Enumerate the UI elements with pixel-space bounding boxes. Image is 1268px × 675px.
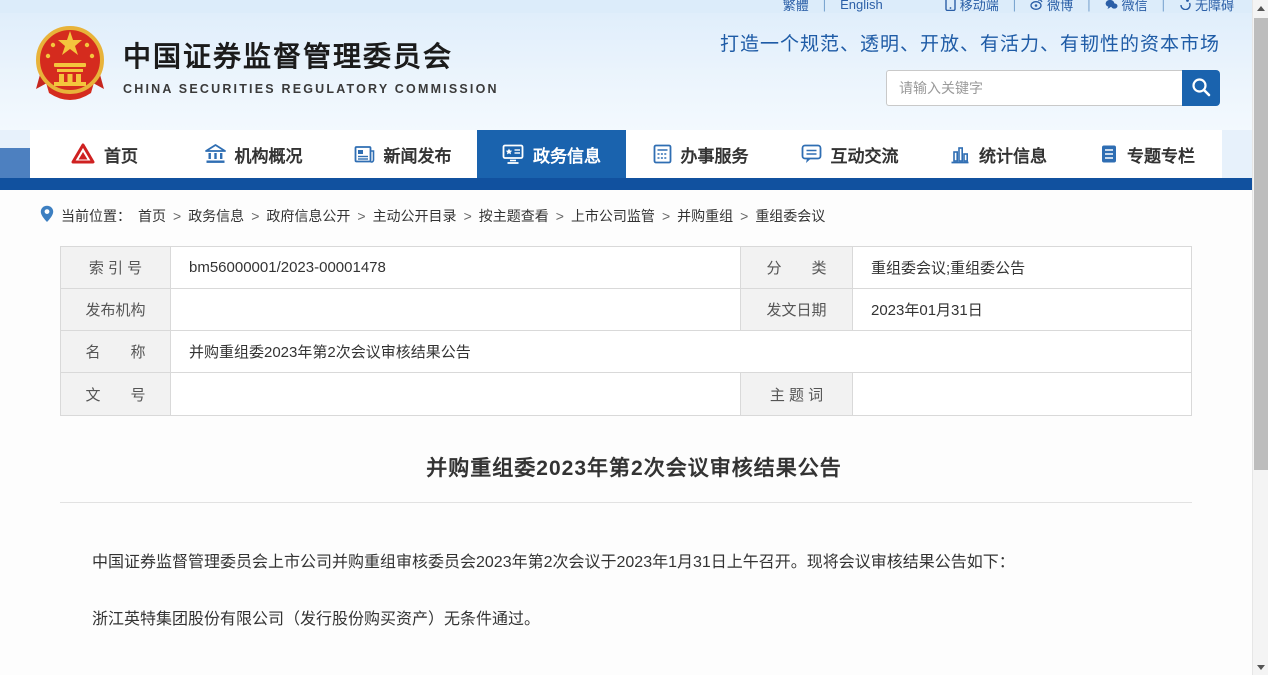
nav-item-interaction[interactable]: 互动交流 (775, 130, 924, 178)
search-icon (1191, 77, 1211, 100)
breadcrumb-listed-company[interactable]: 上市公司监管 (571, 206, 655, 226)
breadcrumb-by-topic[interactable]: 按主题查看 (479, 206, 549, 226)
nav-item-government-info[interactable]: 政务信息 (477, 130, 626, 178)
nav-label-special-topics: 专题专栏 (1127, 142, 1195, 167)
nav-label-home: 首页 (104, 142, 138, 167)
accessibility-icon (1179, 0, 1191, 10)
english-link[interactable]: English (840, 0, 883, 12)
breadcrumb-separator: > (740, 208, 748, 224)
page-content: 当前位置： 首页 > 政务信息 > 政府信息公开 > 主动公开目录 > 按主题查… (0, 190, 1268, 675)
site-name-en: CHINA SECURITIES REGULATORY COMMISSION (123, 82, 499, 96)
mobile-phone-icon (945, 0, 956, 11)
topbar-separator: | (1087, 0, 1090, 12)
bank-icon (205, 144, 226, 164)
document-number-value (171, 373, 741, 415)
nav-label-news: 新闻发布 (384, 142, 452, 167)
breadcrumb-prefix: 当前位置： (61, 206, 131, 226)
top-utility-bar: 繁體 | English 移动端 | 微博 | 微信 | (0, 0, 1268, 13)
nav-item-about[interactable]: 机构概况 (179, 130, 328, 178)
site-name-zh: 中国证券监督管理委员会 (123, 35, 499, 75)
publish-date-value: 2023年01月31日 (853, 289, 1191, 331)
search-button[interactable] (1182, 70, 1220, 106)
search-input[interactable] (886, 70, 1182, 106)
nav-item-statistics[interactable]: 统计信息 (924, 130, 1073, 178)
topbar-separator: | (1013, 0, 1016, 12)
category-label: 分 类 (741, 247, 853, 289)
service-list-icon (653, 144, 672, 164)
keywords-value (853, 373, 1191, 415)
document-icon (1100, 144, 1118, 164)
nav-label-statistics: 统计信息 (979, 142, 1047, 167)
nav-bottom-strip (0, 178, 1268, 190)
traditional-chinese-link[interactable]: 繁體 (783, 0, 809, 13)
weibo-label: 微博 (1047, 0, 1073, 13)
bar-chart-icon (950, 144, 970, 164)
publish-date-label: 发文日期 (741, 289, 853, 331)
category-value: 重组委会议;重组委公告 (853, 247, 1191, 289)
breadcrumb-active-catalog[interactable]: 主动公开目录 (373, 206, 457, 226)
breadcrumb-separator: > (251, 208, 259, 224)
scrollbar-thumb[interactable] (1254, 18, 1268, 470)
nav-item-home[interactable]: 首页 (30, 130, 179, 178)
document-info-table: 索 引 号 bm56000001/2023-00001478 分 类 重组委会议… (60, 246, 1192, 416)
document-name-label: 名 称 (61, 331, 171, 373)
breadcrumb-separator: > (357, 208, 365, 224)
breadcrumb-info-disclosure[interactable]: 政府信息公开 (266, 206, 350, 226)
breadcrumb-separator: > (173, 208, 181, 224)
keywords-label: 主 题 词 (741, 373, 853, 415)
monitor-icon (502, 144, 524, 164)
wechat-link[interactable]: 微信 (1105, 0, 1148, 13)
vertical-scrollbar[interactable] (1252, 0, 1268, 675)
index-number-value: bm56000001/2023-00001478 (171, 247, 741, 289)
weibo-link[interactable]: 微博 (1030, 0, 1073, 13)
breadcrumb-government-info[interactable]: 政务信息 (188, 206, 244, 226)
breadcrumb-separator: > (556, 208, 564, 224)
weibo-icon (1030, 0, 1043, 10)
breadcrumb-separator: > (662, 208, 670, 224)
document-name-value: 并购重组委2023年第2次会议审核结果公告 (171, 331, 1191, 373)
breadcrumb-committee-meeting[interactable]: 重组委会议 (755, 206, 825, 226)
location-pin-icon (40, 205, 54, 226)
search-bar (886, 70, 1220, 106)
nav-left-decor (0, 148, 30, 178)
breadcrumb-ma[interactable]: 并购重组 (677, 206, 733, 226)
scroll-down-button[interactable] (1253, 659, 1268, 675)
breadcrumb-home[interactable]: 首页 (138, 206, 166, 226)
wechat-label: 微信 (1122, 0, 1148, 13)
mobile-site-link[interactable]: 移动端 (945, 0, 999, 13)
document-number-label: 文 号 (61, 373, 171, 415)
csrc-logo-icon (71, 143, 95, 165)
nav-item-services[interactable]: 办事服务 (626, 130, 775, 178)
chat-bubble-icon (801, 144, 822, 164)
site-slogan: 打造一个规范、透明、开放、有活力、有韧性的资本市场 (660, 29, 1220, 56)
index-number-label: 索 引 号 (61, 247, 171, 289)
nav-item-news[interactable]: 新闻发布 (328, 130, 477, 178)
title-divider (60, 502, 1192, 503)
nav-label-services: 办事服务 (681, 142, 749, 167)
wechat-icon (1105, 0, 1118, 10)
scroll-up-button[interactable] (1253, 0, 1268, 16)
topbar-separator: | (823, 0, 826, 12)
topbar-separator: | (1162, 0, 1165, 12)
nav-item-special-topics[interactable]: 专题专栏 (1073, 130, 1222, 178)
publisher-label: 发布机构 (61, 289, 171, 331)
main-navigation: 首页 机构概况 新闻发布 政务信息 办事服务 (0, 130, 1268, 178)
accessibility-link[interactable]: 无障碍 (1179, 0, 1234, 13)
breadcrumb: 当前位置： 首页 > 政务信息 > 政府信息公开 > 主动公开目录 > 按主题查… (0, 190, 1268, 226)
newspaper-icon (354, 145, 375, 164)
national-emblem-icon (33, 23, 107, 108)
site-logo[interactable]: 中国证券监督管理委员会 CHINA SECURITIES REGULATORY … (33, 23, 499, 108)
publisher-value (171, 289, 741, 331)
mobile-site-label: 移动端 (960, 0, 999, 13)
article-paragraph: 中国证券监督管理委员会上市公司并购重组审核委员会2023年第2次会议于2023年… (60, 549, 1192, 576)
nav-label-about: 机构概况 (235, 142, 303, 167)
nav-label-interaction: 互动交流 (831, 142, 899, 167)
site-header: 中国证券监督管理委员会 CHINA SECURITIES REGULATORY … (0, 13, 1268, 130)
accessibility-label: 无障碍 (1195, 0, 1234, 13)
nav-label-government-info: 政务信息 (533, 142, 601, 167)
article-paragraph: 浙江英特集团股份有限公司（发行股份购买资产）无条件通过。 (60, 606, 1192, 633)
breadcrumb-separator: > (464, 208, 472, 224)
article-title: 并购重组委2023年第2次会议审核结果公告 (0, 452, 1268, 482)
